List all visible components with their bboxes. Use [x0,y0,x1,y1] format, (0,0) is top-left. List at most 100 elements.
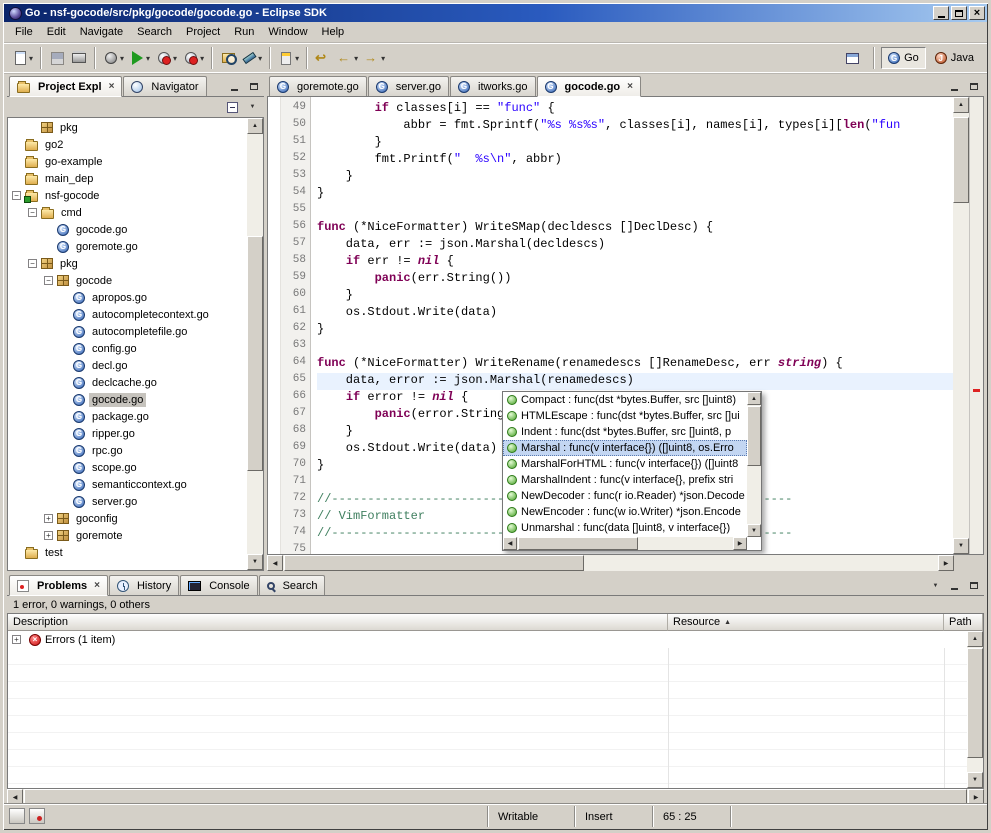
annotation-ruler[interactable] [268,97,281,554]
code-line-52[interactable]: fmt.Printf(" %s\n", abbr) [317,152,953,169]
tree-item-go2[interactable]: go2 [8,136,247,153]
scroll-right-button[interactable]: ▶ [733,537,747,550]
completion-item[interactable]: MarshalIndent : func(v interface{}, pref… [503,472,747,488]
scroll-thumb[interactable] [967,648,983,758]
open-type-button[interactable] [217,47,239,70]
tree-expander-icon[interactable]: − [12,191,21,200]
code-line-64[interactable]: func (*NiceFormatter) WriteRename(rename… [317,356,953,373]
tree-item-semanticcontext-go[interactable]: Gsemanticcontext.go [8,476,247,493]
scroll-down-button[interactable]: ▼ [247,554,263,570]
tree-item-main-dep[interactable]: main_dep [8,170,247,187]
scroll-left-button[interactable]: ◀ [267,555,283,571]
tree-item-rpc-go[interactable]: Grpc.go [8,442,247,459]
completion-item[interactable]: Marshal : func(v interface{}) ([]uint8, … [503,440,747,456]
maximize-button[interactable] [951,6,967,20]
tree-item-gocode-go[interactable]: Ggocode.go [8,221,247,238]
menu-edit[interactable]: Edit [40,24,73,40]
menu-file[interactable]: File [8,24,40,40]
tree-item-goremote[interactable]: +goremote [8,527,247,544]
scroll-up-button[interactable]: ▲ [747,392,761,405]
scroll-up-button[interactable]: ▲ [953,97,969,113]
code-line-59[interactable]: panic(err.String()) [317,271,953,288]
code-line-57[interactable]: data, err := json.Marshal(decldescs) [317,237,953,254]
error-marker-icon[interactable] [973,389,980,392]
completion-item[interactable]: NewEncoder : func(w io.Writer) *json.Enc… [503,504,747,520]
maximize-view-button[interactable] [965,79,982,94]
view-menu-button[interactable]: ▼ [244,100,261,115]
tree-expander-icon[interactable]: − [28,259,37,268]
code-line-53[interactable]: } [317,169,953,186]
editor-vscrollbar[interactable]: ▲ ▼ [953,97,969,554]
maximize-view-button[interactable] [245,79,262,94]
tree-item-declcache-go[interactable]: Gdeclcache.go [8,374,247,391]
completion-item[interactable]: Compact : func(dst *bytes.Buffer, src []… [503,392,747,408]
menu-run[interactable]: Run [227,24,261,40]
column-header-resource[interactable]: Resource▲ [668,614,944,631]
tree-item-decl-go[interactable]: Gdecl.go [8,357,247,374]
menu-help[interactable]: Help [315,24,352,40]
run-button[interactable]: ▾ [127,47,153,70]
minimize-view-button[interactable] [946,79,963,94]
close-button[interactable]: × [969,6,985,20]
maximize-view-button[interactable] [965,578,982,593]
scroll-up-button[interactable]: ▲ [967,631,983,647]
tree-item-gocode-go[interactable]: Ggocode.go [8,391,247,408]
tab-search[interactable]: Search [259,575,326,595]
code-line-62[interactable]: } [317,322,953,339]
problems-row[interactable]: +×Errors (1 item) [8,631,967,648]
fast-view-button[interactable] [9,808,25,824]
scroll-right-button[interactable]: ▶ [938,555,954,571]
editor-tab-server-go[interactable]: Gserver.go [368,76,449,96]
tree-item-goconfig[interactable]: +goconfig [8,510,247,527]
line-number-gutter[interactable]: 4950515253545556575859606162636465666768… [281,97,311,554]
run-last-launched-button[interactable]: ▾ [153,47,180,70]
search-button[interactable]: ▾ [239,47,265,70]
scroll-thumb[interactable] [747,406,761,466]
print-button[interactable] [68,47,90,70]
tree-item-apropos-go[interactable]: Gapropos.go [8,289,247,306]
column-header-description[interactable]: Description [8,614,668,631]
code-line-55[interactable] [317,203,953,220]
scroll-up-button[interactable]: ▲ [247,118,263,134]
menu-project[interactable]: Project [179,24,227,40]
scroll-thumb[interactable] [247,236,263,471]
problems-body[interactable]: +×Errors (1 item) [8,631,967,788]
explorer-scrollbar[interactable]: ▲ ▼ [247,118,263,570]
popup-hscrollbar[interactable]: ◀ ▶ [503,537,747,550]
tree-expander-icon[interactable]: − [44,276,53,285]
tree-item-package-go[interactable]: Gpackage.go [8,408,247,425]
open-perspective-button[interactable] [838,47,867,69]
next-annotation-button[interactable]: ▾ [275,47,302,70]
tab-problems[interactable]: Problems× [9,575,108,596]
editor-tab-goremote-go[interactable]: Ggoremote.go [269,76,367,96]
code-line-49[interactable]: if classes[i] == "func" { [317,101,953,118]
tree-item-pkg[interactable]: pkg [8,119,247,136]
editor-tab-itworks-go[interactable]: Gitworks.go [450,76,536,96]
tree-item-scope-go[interactable]: Gscope.go [8,459,247,476]
scroll-thumb[interactable] [953,117,969,203]
forward-button[interactable]: ▾ [361,47,388,70]
tab-project-expl[interactable]: Project Expl× [9,76,122,97]
scroll-down-button[interactable]: ▼ [747,524,761,537]
column-header-path[interactable]: Path [944,614,983,631]
code-line-61[interactable]: os.Stdout.Write(data) [317,305,953,322]
code-line-60[interactable]: } [317,288,953,305]
back-button[interactable]: ▾ [334,47,361,70]
tree-item-goremote-go[interactable]: Ggoremote.go [8,238,247,255]
menu-window[interactable]: Window [261,24,314,40]
popup-vscrollbar[interactable]: ▲ ▼ [747,392,761,537]
perspective-java-button[interactable]: J Java [928,47,981,69]
tree-item-autocompletefile-go[interactable]: Gautocompletefile.go [8,323,247,340]
tree-item-gocode[interactable]: −gocode [8,272,247,289]
completion-item[interactable]: NewDecoder : func(r io.Reader) *json.Dec… [503,488,747,504]
close-tab-icon[interactable]: × [94,580,100,591]
tree-item-ripper-go[interactable]: Gripper.go [8,425,247,442]
tree-item-test[interactable]: test [8,544,247,561]
scroll-left-button[interactable]: ◀ [503,537,517,550]
overview-ruler[interactable] [969,97,983,554]
scroll-thumb[interactable] [284,555,584,571]
tree-item-server-go[interactable]: Gserver.go [8,493,247,510]
tree-item-autocompletecontext-go[interactable]: Gautocompletecontext.go [8,306,247,323]
code-line-50[interactable]: abbr = fmt.Sprintf("%s %s%s", classes[i]… [317,118,953,135]
scroll-down-button[interactable]: ▼ [953,538,969,554]
